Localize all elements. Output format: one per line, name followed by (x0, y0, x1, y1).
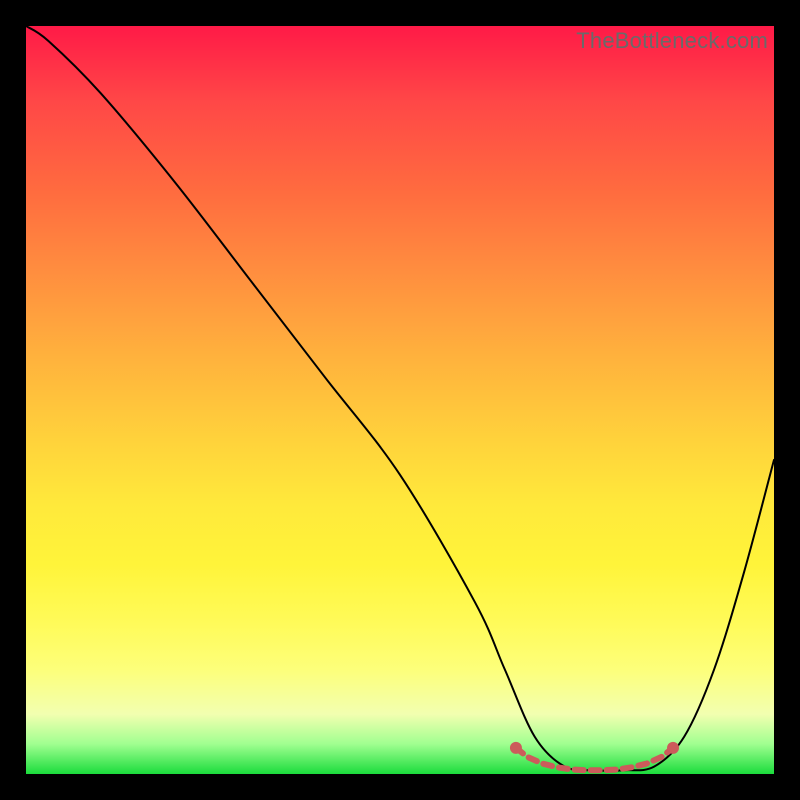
marker-endpoint (510, 742, 522, 754)
chart-area: TheBottleneck.com (26, 26, 774, 774)
marker-endpoint (667, 742, 679, 754)
line-chart (26, 26, 774, 774)
curve-path (26, 26, 774, 771)
marker-connector (516, 748, 673, 770)
